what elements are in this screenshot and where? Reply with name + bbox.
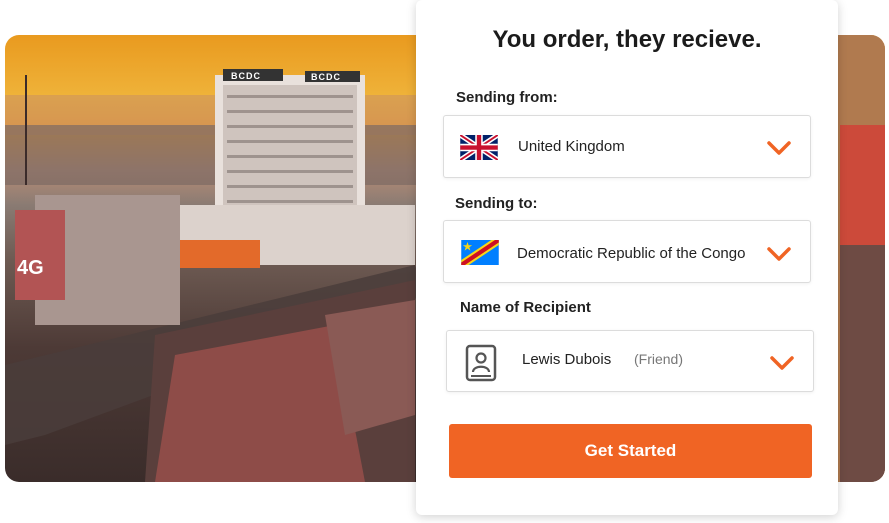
sending-from-value: United Kingdom	[518, 138, 625, 155]
get-started-button[interactable]: Get Started	[449, 424, 812, 478]
building-sign-right: BCDC	[311, 72, 341, 82]
recipient-select[interactable]: Lewis Dubois (Friend)	[446, 330, 814, 392]
contact-book-icon	[465, 344, 497, 382]
recipient-name: Lewis Dubois	[522, 351, 612, 368]
recipient-label: Name of Recipient	[460, 299, 591, 316]
chevron-down-icon[interactable]	[766, 246, 792, 262]
drc-flag-icon	[461, 240, 499, 265]
sending-to-label: Sending to:	[455, 195, 538, 212]
sending-from-label: Sending from:	[456, 89, 558, 106]
sending-to-value: Democratic Republic of the Congo	[517, 245, 746, 262]
uk-flag-icon	[460, 135, 498, 160]
card-title: You order, they recieve.	[492, 26, 762, 53]
building-sign-left: BCDC	[231, 71, 261, 81]
recipient-relation: (Friend)	[634, 351, 684, 367]
chevron-down-icon[interactable]	[766, 140, 792, 156]
billboard-text: 4G	[17, 257, 44, 279]
sending-from-select[interactable]: United Kingdom	[443, 115, 811, 178]
order-card: You order, they recieve. Sending from: U…	[416, 0, 838, 515]
sending-to-select[interactable]: Democratic Republic of the Congo	[443, 220, 811, 283]
chevron-down-icon[interactable]	[769, 355, 795, 371]
